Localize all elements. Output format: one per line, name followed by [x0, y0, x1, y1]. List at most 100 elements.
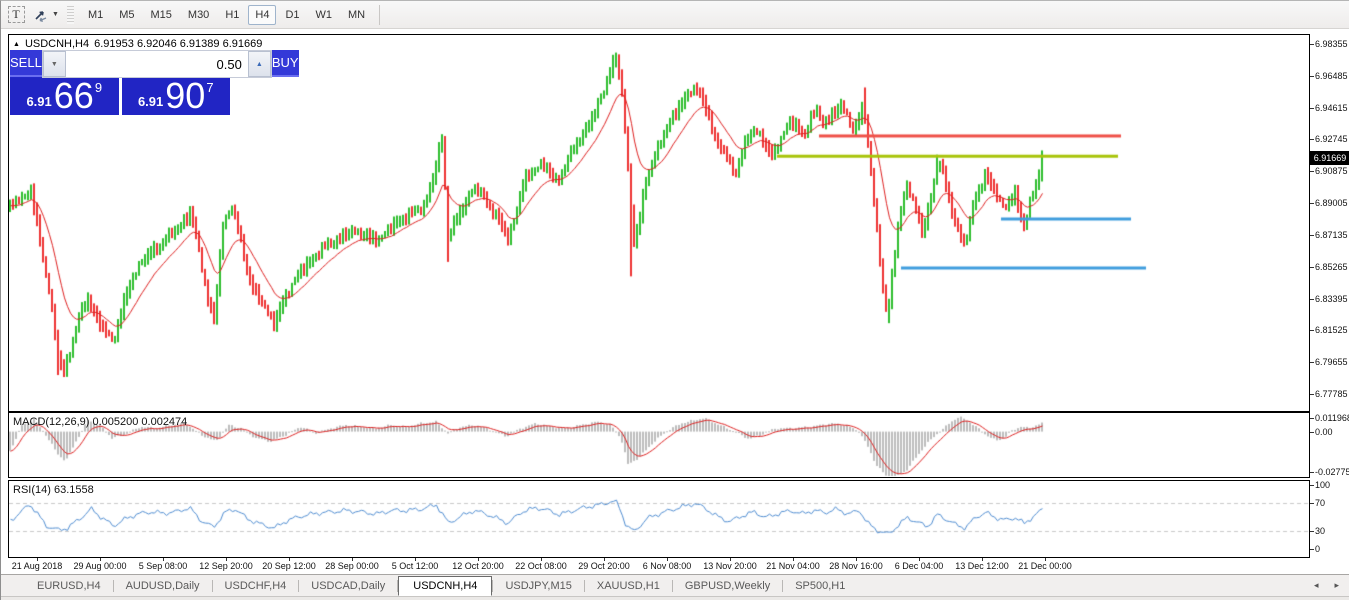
volume-input[interactable]: [66, 51, 248, 77]
tab-xauusd-h1[interactable]: XAUUSD,H1: [585, 577, 672, 595]
tab-scroll-left-arrow[interactable]: ◂: [1314, 580, 1319, 591]
time-tick-label: 5 Sep 08:00: [139, 561, 188, 571]
tab-scroll-right-arrow[interactable]: ▸: [1334, 580, 1339, 591]
axis-tick-mark: [1310, 171, 1314, 172]
tab-scroll-arrows: ◂ ▸: [1314, 580, 1339, 591]
price-tick-label: 6.90875: [1315, 166, 1348, 176]
axis-tick-mark: [1310, 432, 1314, 433]
axis-tick-mark: [1310, 472, 1314, 473]
tab-gbpusd-weekly[interactable]: GBPUSD,Weekly: [673, 577, 782, 595]
axis-tick-mark: [1310, 299, 1314, 300]
time-tick-label: 29 Aug 00:00: [73, 561, 126, 571]
price-tick-label: 6.96485: [1315, 71, 1348, 81]
arrows-tool-icon: [33, 7, 49, 23]
volume-increase-button[interactable]: ▲: [248, 51, 271, 77]
timeframe-button-h1[interactable]: H1: [218, 5, 246, 25]
current-price-tag: 6.91669: [1310, 151, 1349, 165]
price-tick-label: 6.92745: [1315, 134, 1348, 144]
time-tick-label: 6 Dec 04:00: [895, 561, 944, 571]
tabs-holder: EURUSD,H4AUDUSD,DailyUSDCHF,H4USDCAD,Dai…: [25, 576, 857, 596]
price-tick-label: 6.98355: [1315, 39, 1348, 49]
axis-tick-mark: [1310, 44, 1314, 45]
rsi-canvas[interactable]: [9, 481, 1309, 557]
timeframe-button-mn[interactable]: MN: [341, 5, 372, 25]
tab-audusd-daily[interactable]: AUDUSD,Daily: [114, 577, 212, 595]
time-tick-label: 20 Sep 12:00: [262, 561, 316, 571]
sell-price-sup: 9: [95, 80, 102, 95]
tab-sp500-h1[interactable]: SP500,H1: [783, 577, 857, 595]
arrows-dropdown-caret-icon[interactable]: ▼: [52, 11, 59, 18]
axis-tick-mark: [1310, 76, 1314, 77]
timeframe-button-h4[interactable]: H4: [248, 5, 276, 25]
timeframe-button-m5[interactable]: M5: [112, 5, 141, 25]
buy-price-display[interactable]: 6.91 90 7: [122, 78, 231, 115]
time-tick-label: 13 Nov 20:00: [703, 561, 757, 571]
macd-tick-label: 0.011968: [1315, 413, 1349, 423]
toolbar-grip[interactable]: [67, 6, 74, 24]
toolbar-separator: [379, 5, 380, 25]
macd-axis[interactable]: 0.011968 0.00 -0.027758: [1310, 412, 1349, 478]
macd-tick-label: -0.027758: [1315, 467, 1349, 477]
axis-tick-mark: [1310, 503, 1314, 504]
sell-button[interactable]: SELL: [10, 50, 42, 77]
sell-price-prefix: 6.91: [26, 94, 51, 109]
time-tick-label: 6 Nov 08:00: [643, 561, 692, 571]
tab-usdchf-h4[interactable]: USDCHF,H4: [213, 577, 299, 595]
tab-eurusd-h4[interactable]: EURUSD,H4: [25, 577, 113, 595]
price-tick-label: 6.79655: [1315, 357, 1348, 367]
arrows-tool-button[interactable]: [31, 5, 51, 25]
buy-price-prefix: 6.91: [138, 94, 163, 109]
timeframe-button-w1[interactable]: W1: [309, 5, 340, 25]
axis-tick-mark: [1310, 362, 1314, 363]
rsi-label: RSI(14) 63.1558: [13, 484, 94, 496]
buy-price-sup: 7: [206, 80, 213, 95]
sell-price-display[interactable]: 6.91 66 9: [10, 78, 119, 115]
macd-label: MACD(12,26,9) 0.005200 0.002474: [13, 416, 187, 428]
price-tick-label: 6.85265: [1315, 262, 1348, 272]
collapse-triangle-icon[interactable]: ▲: [13, 41, 20, 48]
tab-usdjpy-m15[interactable]: USDJPY,M15: [493, 577, 583, 595]
macd-canvas[interactable]: [9, 413, 1309, 477]
timeframe-button-m1[interactable]: M1: [81, 5, 110, 25]
time-tick-label: 12 Oct 20:00: [452, 561, 504, 571]
macd-indicator-panel: MACD(12,26,9) 0.005200 0.002474: [8, 412, 1310, 478]
axis-tick-mark: [1310, 330, 1314, 331]
time-tick-label: 21 Aug 2018: [12, 561, 63, 571]
volume-decrease-button[interactable]: ▼: [43, 51, 66, 77]
time-tick-label: 22 Oct 08:00: [515, 561, 567, 571]
price-tick-label: 6.83395: [1315, 294, 1348, 304]
rsi-axis[interactable]: 10070300: [1310, 480, 1349, 558]
axis-tick-mark: [1310, 549, 1314, 550]
price-tick-label: 6.89005: [1315, 198, 1348, 208]
one-click-trading-panel: SELL ▼ ▲ BUY 6.91 66 9 6.91 90 7: [10, 50, 230, 115]
macd-tick-label: 0.00: [1315, 427, 1333, 437]
buy-price-big: 90: [165, 79, 205, 113]
chart-tab-bar: EURUSD,H4AUDUSD,DailyUSDCHF,H4USDCAD,Dai…: [1, 574, 1349, 596]
rsi-tick-label: 100: [1315, 480, 1330, 490]
sell-price-big: 66: [54, 79, 94, 113]
time-tick-label: 21 Nov 04:00: [766, 561, 820, 571]
timeframe-button-m15[interactable]: M15: [144, 5, 179, 25]
tab-usdcnh-h4[interactable]: USDCNH,H4: [398, 576, 492, 596]
price-tick-label: 6.94615: [1315, 103, 1348, 113]
rsi-indicator-panel: RSI(14) 63.1558: [8, 480, 1310, 558]
text-label-tool-button[interactable]: T: [6, 5, 26, 25]
axis-tick-mark: [1310, 139, 1314, 140]
time-axis[interactable]: 21 Aug 201829 Aug 00:005 Sep 08:0012 Sep…: [8, 559, 1310, 573]
time-tick-label: 28 Sep 00:00: [325, 561, 379, 571]
timeframe-button-d1[interactable]: D1: [278, 5, 306, 25]
tab-usdcad-daily[interactable]: USDCAD,Daily: [299, 577, 397, 595]
timeframe-button-group: M1M5M15M30H1H4D1W1MN: [80, 5, 373, 25]
timeframe-button-m30[interactable]: M30: [181, 5, 216, 25]
axis-tick-mark: [1310, 418, 1314, 419]
time-tick-label: 29 Oct 20:00: [578, 561, 630, 571]
time-tick-label: 13 Dec 12:00: [955, 561, 1009, 571]
chart-ohlc-values: 6.91953 6.92046 6.91389 6.91669: [94, 38, 262, 50]
price-tick-label: 6.77785: [1315, 389, 1348, 399]
axis-tick-mark: [1310, 108, 1314, 109]
axis-tick-mark: [1310, 267, 1314, 268]
axis-tick-mark: [1310, 485, 1314, 486]
chart-symbol-label: USDCNH,H4: [25, 38, 89, 50]
buy-button[interactable]: BUY: [272, 50, 299, 77]
price-axis[interactable]: 6.98355 6.96485 6.94615 6.92745 6.90875 6.890…: [1310, 1, 1349, 412]
